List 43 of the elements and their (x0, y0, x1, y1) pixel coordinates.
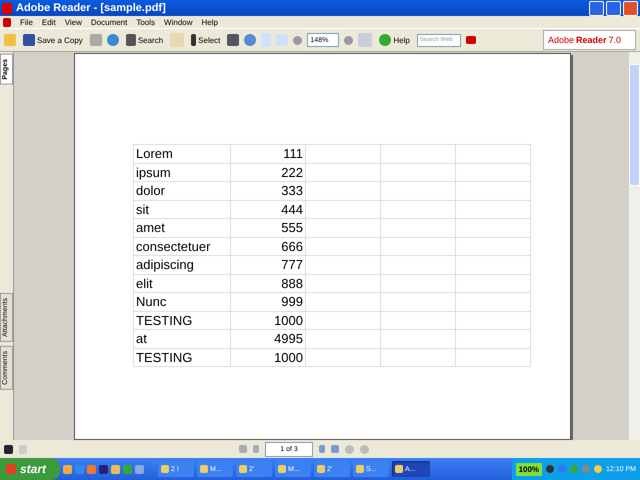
table-cell: dolor (134, 182, 230, 200)
search-button[interactable]: Search (124, 33, 166, 47)
table-cell: adipiscing (134, 256, 230, 274)
help-button[interactable]: Help (377, 33, 412, 47)
table-cell: 111 (230, 144, 306, 163)
table-cell: Lorem (134, 144, 230, 163)
menu-item[interactable]: File (20, 18, 33, 26)
menu-item[interactable]: View (64, 18, 82, 26)
table-cell: TESTING (134, 348, 230, 366)
minimize-button[interactable] (589, 0, 604, 16)
product-logo: Adobe Reader 7.0 (542, 30, 636, 50)
table-cell: 333 (230, 182, 306, 200)
save-copy-button[interactable]: Save a Copy (21, 33, 85, 47)
menu-item[interactable]: Edit (42, 18, 56, 26)
table-cell: 1000 (230, 311, 306, 330)
restore-button[interactable] (606, 0, 621, 16)
table-cell: amet (134, 218, 230, 237)
select-button[interactable]: Select (189, 33, 222, 47)
table-cell: TESTING (134, 311, 230, 330)
menu-item[interactable]: Tools (136, 18, 156, 26)
table-cell: ipsum (134, 163, 230, 182)
window-title: Adobe Reader - [sample.pdf] (16, 2, 166, 14)
table-cell: Nunc (134, 292, 230, 311)
table-cell: 222 (230, 163, 306, 182)
table-cell: 999 (230, 292, 306, 311)
close-button[interactable] (623, 0, 638, 16)
table-cell: at (134, 330, 230, 348)
table-cell: 888 (230, 274, 306, 292)
battery-indicator: 100% (516, 462, 542, 476)
table-cell: 777 (230, 256, 306, 274)
menu-item[interactable]: Window (164, 18, 192, 26)
table-cell: 4995 (230, 330, 306, 348)
table-cell: consectetuer (134, 237, 230, 256)
table-cell: sit (134, 200, 230, 218)
scrollbar[interactable] (629, 52, 640, 440)
table-cell: 555 (230, 218, 306, 237)
menu-item[interactable]: Document (90, 18, 128, 26)
menu-item[interactable]: Help (202, 18, 218, 26)
table-cell: 444 (230, 200, 306, 218)
table-cell: 666 (230, 237, 306, 256)
table-cell: elit (134, 274, 230, 292)
table-cell: 1000 (230, 348, 306, 366)
start-button[interactable]: start (0, 458, 60, 480)
